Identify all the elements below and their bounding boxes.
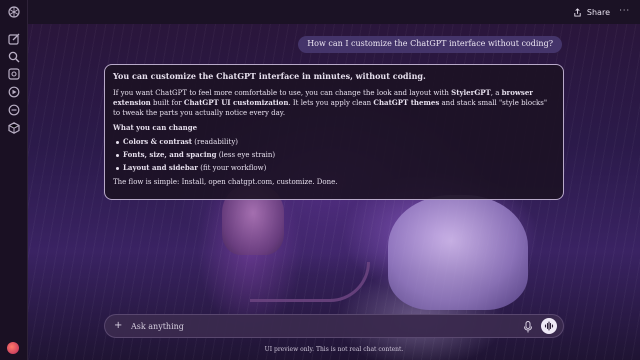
list-item: Fonts, size, and spacing (less eye strai…	[113, 150, 555, 160]
topbar: Share ···	[28, 0, 640, 24]
composer-input[interactable]: Ask anything	[131, 322, 184, 331]
voice-mode-button[interactable]	[541, 318, 557, 334]
search-icon[interactable]	[7, 50, 21, 64]
user-avatar[interactable]	[7, 342, 19, 354]
new-chat-icon[interactable]	[7, 32, 21, 46]
background-creature-right	[388, 195, 528, 310]
assistant-response: You can customize the ChatGPT interface …	[104, 64, 564, 200]
feature-list: Colors & contrast (readability) Fonts, s…	[113, 137, 555, 173]
user-message-bubble: How can I customize the ChatGPT interfac…	[298, 36, 562, 53]
response-subheading: What you can change	[113, 123, 198, 132]
share-button[interactable]: Share	[573, 6, 610, 19]
library-icon[interactable]	[7, 67, 21, 81]
logo-icon[interactable]	[7, 5, 21, 19]
message-composer[interactable]: + Ask anything	[104, 314, 564, 338]
disclaimer-text: UI preview only. This is not real chat c…	[264, 346, 404, 353]
waveform-icon	[544, 321, 554, 331]
response-paragraph: If you want ChatGPT to feel more comfort…	[113, 88, 548, 117]
list-item: Layout and sidebar (fit your workflow)	[113, 163, 555, 173]
attach-plus-icon[interactable]: +	[114, 320, 122, 331]
stylergpt-link: StylerGPT	[451, 88, 491, 97]
sora-icon[interactable]	[7, 85, 21, 99]
more-options-button[interactable]: ···	[619, 6, 630, 15]
response-closing: The flow is simple: Install, open chatgp…	[113, 178, 338, 186]
list-item: Colors & contrast (readability)	[113, 137, 555, 147]
share-icon	[574, 8, 581, 17]
microphone-icon[interactable]	[523, 321, 533, 333]
share-label: Share	[586, 8, 610, 17]
gpts-icon[interactable]	[7, 103, 21, 117]
sidebar	[0, 0, 28, 360]
codex-icon[interactable]	[7, 121, 21, 135]
response-heading: You can customize the ChatGPT interface …	[113, 71, 426, 81]
